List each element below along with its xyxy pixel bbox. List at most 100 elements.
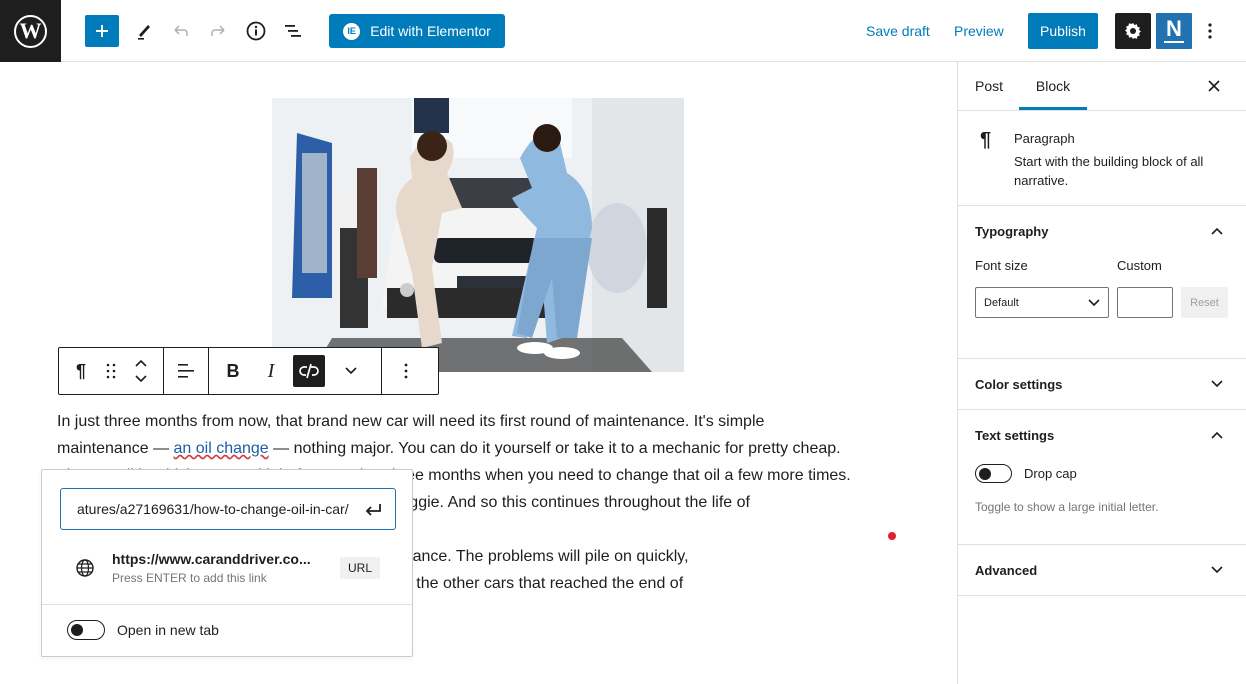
link-popover: https://www.caranddriver.co... Press ENT… [41, 469, 413, 657]
plugin-n-icon: N [1166, 16, 1182, 41]
tab-post[interactable]: Post [975, 62, 1003, 110]
info-icon [246, 21, 266, 41]
redo-icon [211, 25, 225, 36]
more-vertical-icon [1208, 23, 1212, 39]
link-suggestion[interactable]: https://www.caranddriver.co... Press ENT… [42, 542, 412, 594]
editor-canvas: In just three months from now, that bran… [0, 62, 957, 684]
wordpress-logo-button[interactable]: W [0, 0, 61, 62]
tab-block[interactable]: Block [1019, 62, 1087, 110]
suggestion-hint: Press ENTER to add this link [112, 571, 267, 585]
link-url-field [60, 488, 396, 530]
text-settings-toggle[interactable]: Text settings [958, 410, 1246, 460]
options-menu-button[interactable] [1198, 15, 1222, 47]
chevron-down-icon [1210, 377, 1224, 391]
submit-link-button[interactable] [363, 501, 385, 517]
chevron-down-icon [1210, 563, 1224, 577]
notice-dot [888, 532, 896, 540]
block-card: ¶ Paragraph Start with the building bloc… [958, 111, 1246, 206]
advanced-panel: Advanced [958, 545, 1246, 596]
typography-body: Font size Custom Default Reset [958, 256, 1246, 358]
list-view-button[interactable] [277, 15, 309, 47]
redo-button[interactable] [202, 15, 234, 47]
font-size-label: Font size [975, 258, 1028, 273]
paragraph-block-switcher[interactable]: ¶ [65, 355, 97, 387]
font-size-value: Default [984, 296, 1019, 309]
details-button[interactable] [240, 15, 272, 47]
drag-handle-icon [106, 363, 116, 379]
close-icon [1208, 80, 1220, 92]
block-type-group: ¶ [59, 348, 164, 394]
custom-font-size-input[interactable] [1117, 287, 1173, 318]
suggestion-text: https://www.caranddriver.co... Press ENT… [112, 550, 340, 586]
oil-change-link[interactable]: an oil change [174, 440, 269, 457]
align-left-icon [178, 364, 194, 378]
more-rich-text-controls[interactable] [335, 355, 367, 387]
unlink-button[interactable] [293, 355, 325, 387]
paragraph-icon: ¶ [980, 129, 992, 151]
publish-button[interactable]: Publish [1028, 13, 1098, 49]
car-dealership-photo [272, 98, 684, 372]
custom-size-label: Custom [1117, 258, 1162, 273]
drag-handle[interactable] [97, 355, 125, 387]
preview-button[interactable]: Preview [954, 15, 1004, 47]
italic-button[interactable]: I [255, 355, 287, 387]
link-url-input[interactable] [77, 501, 363, 517]
list-view-icon [285, 25, 301, 37]
save-draft-button[interactable]: Save draft [866, 15, 930, 47]
advanced-title: Advanced [975, 562, 1038, 578]
wordpress-logo-icon: W [14, 14, 47, 48]
move-up-down-buttons[interactable] [125, 355, 157, 387]
alignment-group [164, 348, 209, 394]
undo-icon [174, 25, 188, 36]
block-options-button[interactable] [390, 355, 422, 387]
popover-divider [42, 604, 412, 605]
settings-sidebar: Post Block ¶ Paragraph Start with the bu… [957, 62, 1246, 684]
settings-button[interactable] [1115, 13, 1151, 49]
text-settings-title: Text settings [975, 427, 1055, 443]
sidebar-tabs: Post Block [958, 62, 1246, 111]
block-card-title: Paragraph [1014, 131, 1075, 146]
drop-cap-label: Drop cap [1024, 466, 1077, 481]
block-toolbar: ¶ B I [58, 347, 439, 395]
chevron-down-icon [1088, 298, 1100, 306]
pilcrow-icon: ¶ [75, 360, 86, 381]
plugin-n-underline [1164, 41, 1184, 43]
drop-cap-toggle[interactable] [975, 464, 1012, 483]
bold-button[interactable]: B [217, 355, 249, 387]
toggle-knob [979, 467, 991, 480]
reset-font-size-button[interactable]: Reset [1181, 287, 1228, 318]
close-sidebar-button[interactable] [1202, 74, 1226, 98]
editor-header: W IE Edit with Elementor Save draft Prev… [0, 0, 1246, 62]
open-new-tab-toggle[interactable] [67, 620, 105, 640]
align-button[interactable] [170, 355, 202, 387]
add-block-button[interactable] [85, 15, 119, 47]
drop-cap-row: Drop cap [975, 464, 1077, 483]
paragraph-text: — nothing major. You can do it yourself … [268, 440, 841, 457]
image-block[interactable] [272, 98, 684, 372]
more-vertical-icon [404, 363, 408, 379]
advanced-toggle[interactable]: Advanced [958, 545, 1246, 595]
chevron-up-icon [1210, 428, 1224, 442]
gear-icon [1125, 23, 1141, 39]
move-up-down-icon [135, 359, 147, 383]
chevron-up-icon [1210, 224, 1224, 238]
plugin-n-button[interactable]: N [1156, 13, 1192, 49]
typography-title: Typography [975, 223, 1049, 239]
typography-panel: Typography Font size Custom Default Rese… [958, 206, 1246, 359]
chevron-down-icon [345, 367, 357, 375]
edit-with-elementor-button[interactable]: IE Edit with Elementor [329, 14, 505, 48]
font-size-select[interactable]: Default [975, 287, 1109, 318]
enter-icon [365, 504, 381, 516]
pencil-icon [138, 25, 150, 40]
color-settings-title: Color settings [975, 376, 1063, 392]
tools-button[interactable] [128, 15, 160, 47]
elementor-label: Edit with Elementor [370, 23, 491, 39]
color-settings-toggle[interactable]: Color settings [958, 359, 1246, 409]
suggestion-url: https://www.caranddriver.co... [112, 551, 311, 567]
undo-button[interactable] [165, 15, 197, 47]
block-card-description: Start with the building block of all nar… [1014, 154, 1204, 188]
unlink-icon [299, 363, 319, 379]
open-new-tab-label: Open in new tab [117, 622, 219, 638]
typography-toggle[interactable]: Typography [958, 206, 1246, 256]
options-group [382, 348, 430, 394]
